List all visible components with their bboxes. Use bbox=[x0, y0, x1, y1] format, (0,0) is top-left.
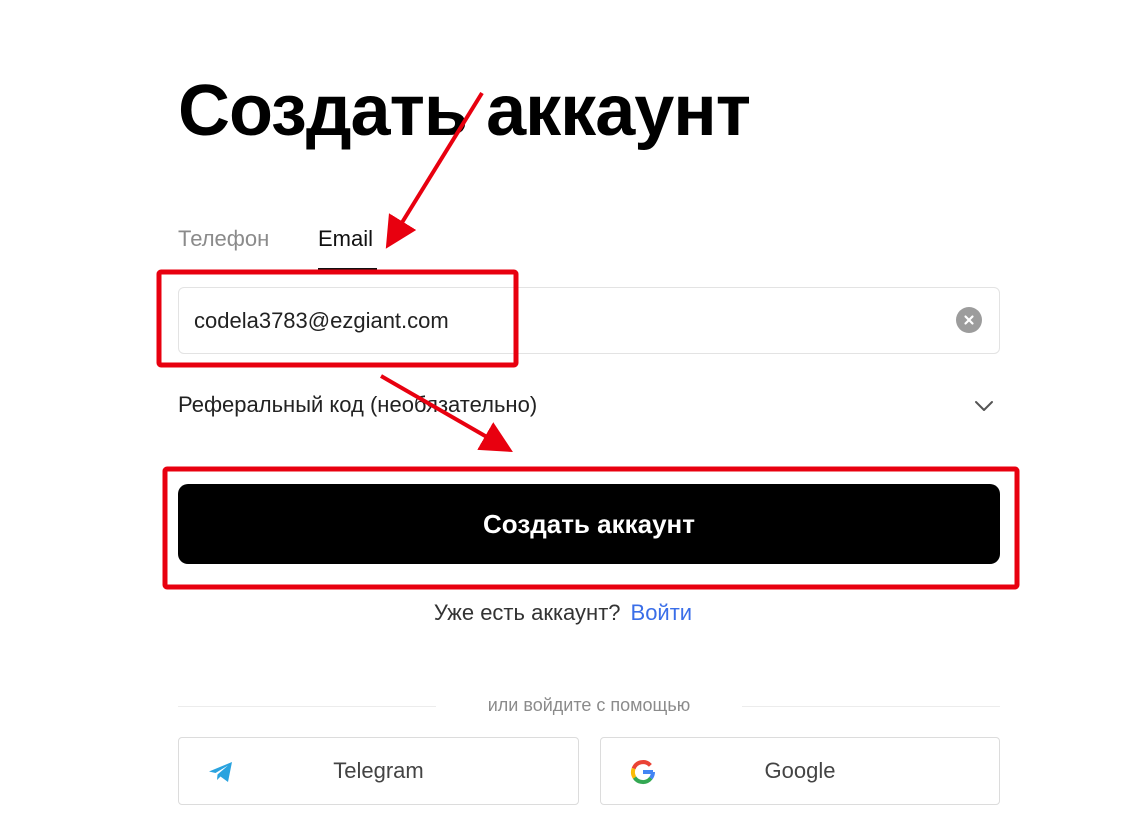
tab-email[interactable]: Email bbox=[318, 224, 373, 254]
login-prompt-row: Уже есть аккаунт? Войти bbox=[0, 600, 1126, 626]
telegram-login-button[interactable]: Telegram bbox=[178, 737, 579, 805]
signup-page: Создать аккаунт Телефон Email Реферальны… bbox=[0, 0, 1126, 831]
page-title: Создать аккаунт bbox=[178, 71, 751, 151]
login-prompt-text: Уже есть аккаунт? bbox=[433, 600, 621, 625]
tab-phone[interactable]: Телефон bbox=[178, 224, 269, 254]
active-tab-indicator bbox=[318, 268, 377, 271]
google-login-button[interactable]: Google bbox=[600, 737, 1000, 805]
referral-code-toggle[interactable]: Реферальный код (необязательно) bbox=[178, 388, 1000, 428]
divider-line-right bbox=[742, 706, 1000, 707]
google-label: Google bbox=[764, 758, 836, 783]
email-field-container bbox=[178, 287, 1000, 354]
telegram-label: Telegram bbox=[333, 758, 424, 783]
clear-circle-icon bbox=[964, 315, 974, 325]
social-login-divider-text: или войдите с помощью bbox=[487, 695, 691, 715]
login-link[interactable]: Войти bbox=[631, 600, 693, 625]
chevron-down-icon bbox=[975, 401, 993, 411]
clear-input-button[interactable] bbox=[956, 307, 982, 333]
divider-line-left bbox=[178, 706, 436, 707]
referral-code-label: Реферальный код (необязательно) bbox=[178, 392, 538, 417]
email-input[interactable] bbox=[194, 288, 934, 353]
create-account-button[interactable]: Создать аккаунт bbox=[178, 484, 1000, 564]
